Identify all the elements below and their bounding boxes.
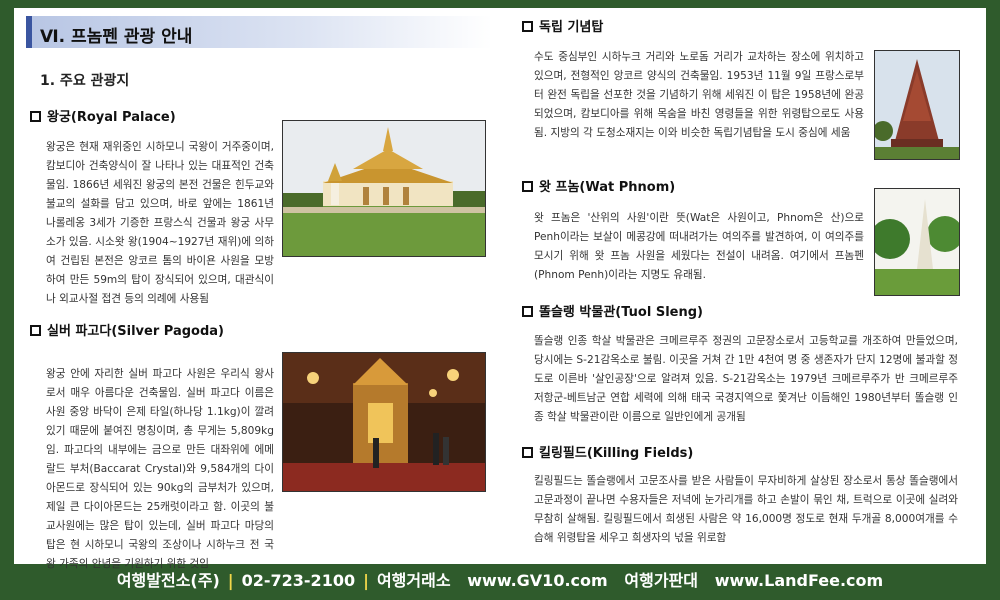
- checkbox-icon: [522, 306, 533, 317]
- company-name: 여행발전소(주): [116, 571, 220, 590]
- separator: |: [363, 571, 369, 590]
- killing-fields-text: 킬링필드는 똘슬랭에서 고문조사를 받은 사람들이 무자비하게 살상된 장소로서…: [534, 475, 958, 544]
- silver-pagoda-text: 왕궁 안에 자리한 실버 파고다 사원은 우리식 왕사로서 매우 아름다운 건축…: [46, 368, 274, 570]
- section-header: Ⅵ. 프놈펜 관광 안내: [26, 16, 492, 48]
- wat-phnom-photo: [874, 188, 960, 296]
- killing-fields-heading: 킬링필드(Killing Fields): [522, 442, 693, 461]
- checkbox-icon: [522, 181, 533, 192]
- silver-pagoda-photo: [282, 352, 486, 492]
- exchange-label: 여행거래소: [376, 571, 451, 590]
- exchange-link[interactable]: www.GV10.com: [467, 566, 607, 596]
- market-link[interactable]: www.LandFee.com: [715, 566, 883, 596]
- checkbox-icon: [522, 447, 533, 458]
- wat-phnom-heading: 왓 프놈(Wat Phnom): [522, 176, 675, 195]
- wat-phnom-text: 왓 프놈은 '산위의 사원'이란 뜻(Wat은 사원이고, Phnom은 산)으…: [534, 212, 864, 281]
- footer-bar: 여행발전소(주) | 02-723-2100 | 여행거래소 www.GV10.com …: [0, 566, 1000, 600]
- tuol-sleng-heading: 똘슬랭 박물관(Tuol Sleng): [522, 301, 703, 320]
- royal-palace-text: 왕궁은 현재 재위중인 시하모니 국왕이 거주중이며, 캄보디아 건축양식이 잘…: [46, 141, 274, 305]
- checkbox-icon: [30, 111, 41, 122]
- independence-heading: 독립 기념탑: [522, 16, 603, 35]
- phone-number: 02-723-2100: [241, 571, 356, 590]
- independence-title: 독립 기념탑: [539, 20, 604, 35]
- separator: |: [227, 571, 234, 590]
- subheading: 1. 주요 관광지: [40, 73, 130, 89]
- royal-palace-photo: [282, 120, 486, 257]
- tuol-sleng-title: 똘슬랭 박물관(Tuol Sleng): [539, 305, 703, 320]
- royal-palace-heading: 왕궁(Royal Palace): [30, 106, 176, 125]
- checkbox-icon: [30, 325, 41, 336]
- brochure-page: Ⅵ. 프놈펜 관광 안내 1. 주요 관광지 왕궁(Royal Palace) …: [14, 8, 986, 570]
- silver-pagoda-title: 실버 파고다(Silver Pagoda): [47, 324, 224, 339]
- independence-photo: [874, 50, 960, 160]
- killing-fields-title: 킬링필드(Killing Fields): [539, 446, 694, 461]
- checkbox-icon: [522, 21, 533, 32]
- silver-pagoda-heading: 실버 파고다(Silver Pagoda): [30, 320, 224, 339]
- wat-phnom-title: 왓 프놈(Wat Phnom): [539, 180, 676, 195]
- royal-palace-title: 왕궁(Royal Palace): [47, 110, 176, 125]
- section-title: Ⅵ. 프놈펜 관광 안내: [40, 27, 193, 47]
- tuol-sleng-text: 똘슬랭 인종 학살 박물관은 크메르루주 정권의 고문장소로서 고등학교를 개조…: [534, 335, 958, 423]
- market-label: 여행가판대: [624, 571, 698, 590]
- independence-text: 수도 중심부인 시하누크 거리와 노로돔 거리가 교차하는 장소에 위치하고 있…: [534, 51, 864, 139]
